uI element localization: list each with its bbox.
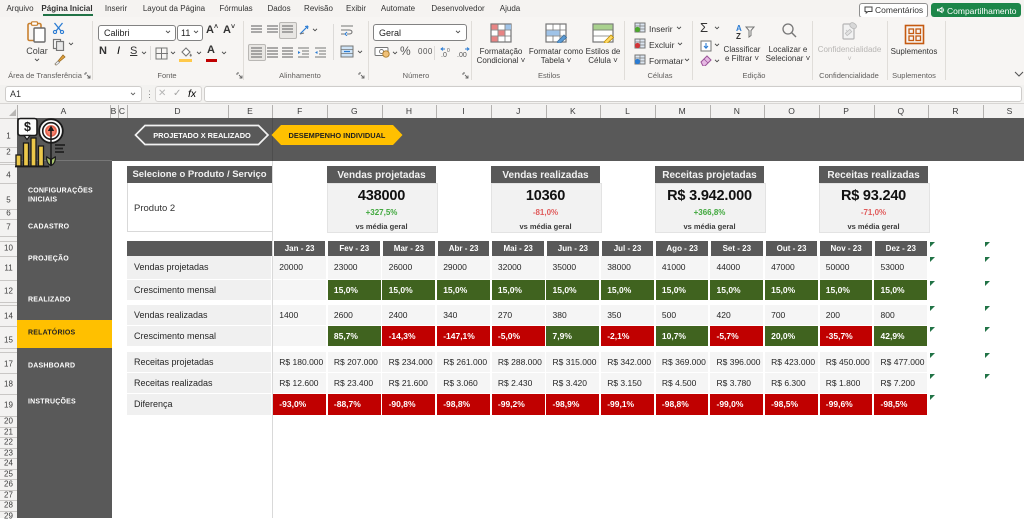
svg-text:.00: .00 (457, 52, 467, 59)
svg-text:DESEMPENHO INDIVIDUAL: DESEMPENHO INDIVIDUAL (289, 131, 386, 140)
svg-text:$: $ (24, 120, 31, 134)
svg-text:PROJETADO X REALIZADO: PROJETADO X REALIZADO (153, 131, 251, 140)
svg-text:0: 0 (447, 48, 450, 54)
svg-text:Z: Z (736, 32, 741, 40)
